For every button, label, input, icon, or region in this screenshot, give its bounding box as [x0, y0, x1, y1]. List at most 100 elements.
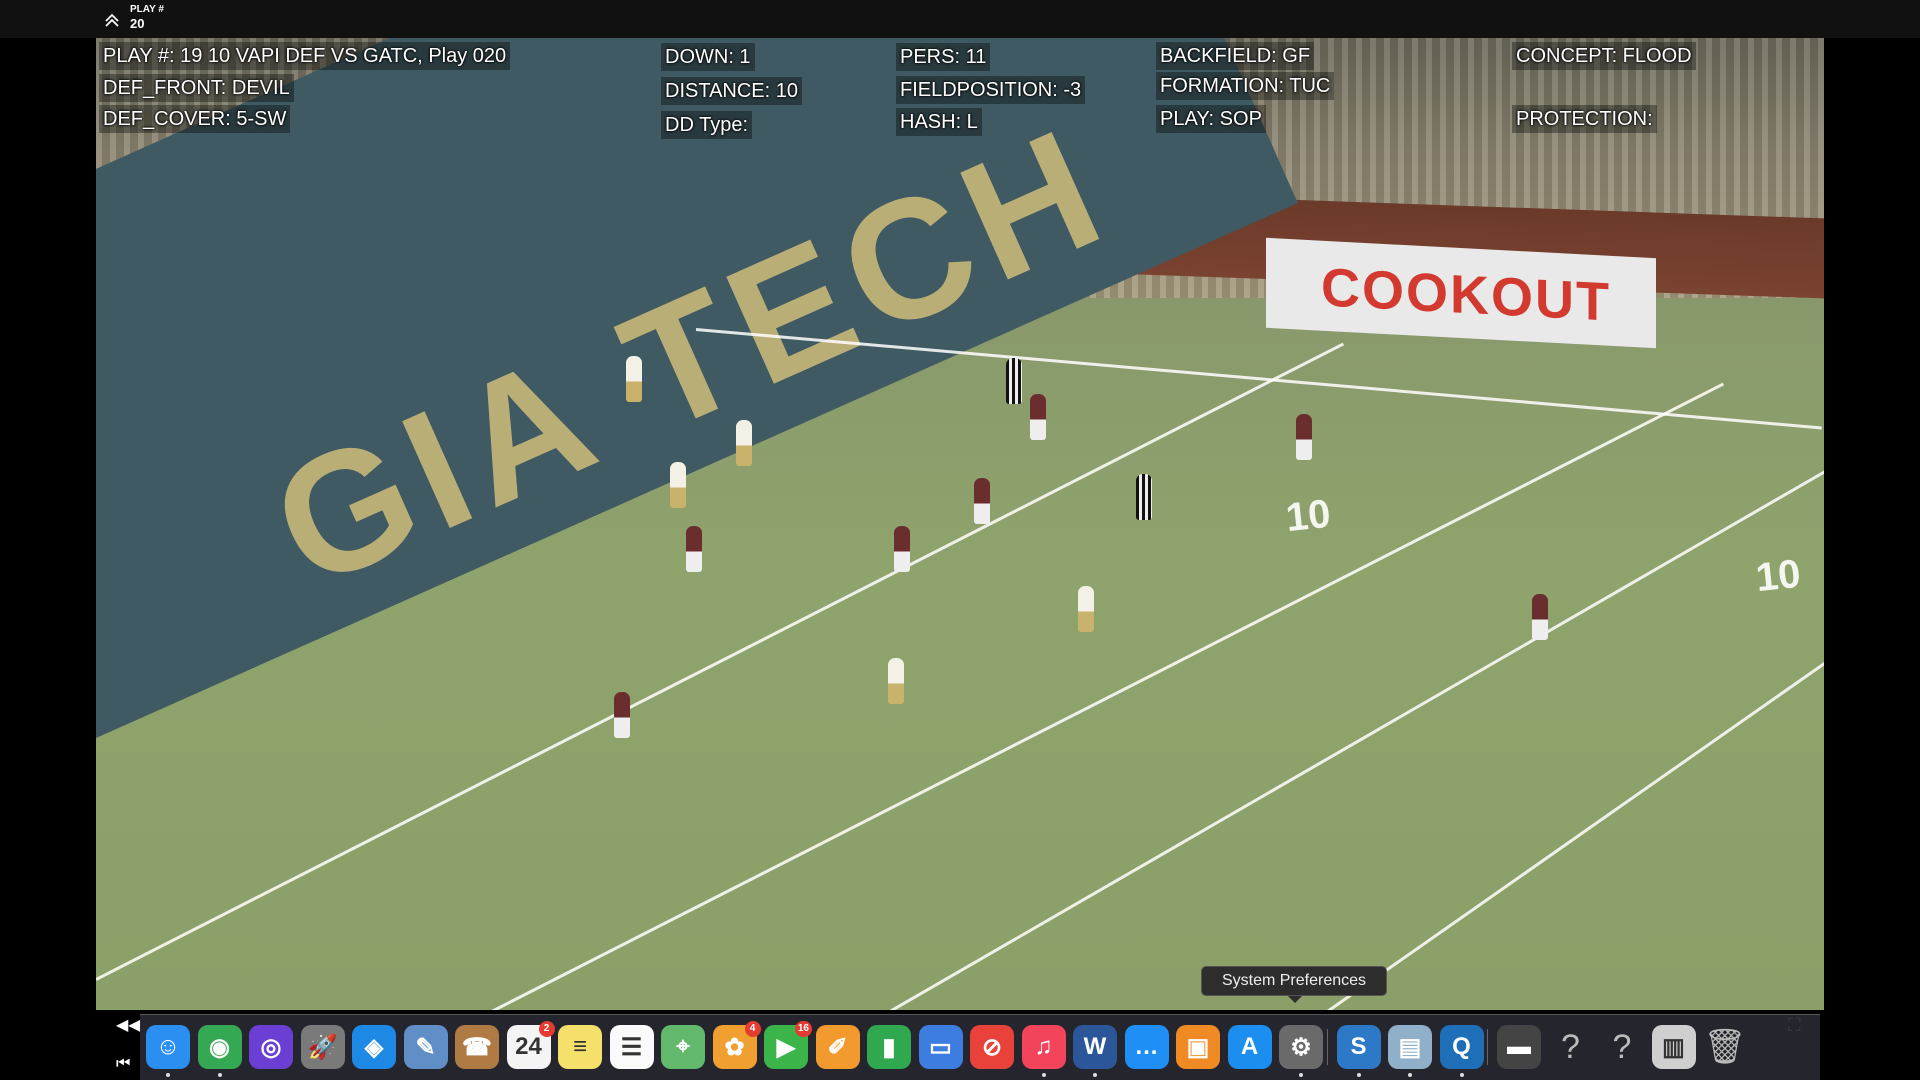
overlay-def-cover: DEF_COVER: 5-SW [99, 105, 291, 133]
dock-divider [1487, 1029, 1488, 1065]
chrome-glyph: ◉ [209, 1033, 230, 1061]
player [974, 478, 990, 524]
overlay-backfield: BACKFIELD: GF [1156, 42, 1315, 70]
overlay-concept: CONCEPT: FLOOD [1512, 42, 1696, 70]
system-preferences-icon[interactable]: ⚙ [1279, 1025, 1323, 1069]
running-indicator [1299, 1073, 1303, 1077]
downloads-folder-glyph: ▥ [1662, 1033, 1685, 1061]
overlay-distance: DISTANCE: 10 [661, 77, 802, 105]
quicktime-icon[interactable]: Q [1439, 1025, 1484, 1069]
overlay-protection: PROTECTION: [1512, 105, 1657, 133]
scrivener-icon[interactable]: S [1336, 1025, 1381, 1069]
dock-tooltip: System Preferences [1201, 966, 1387, 1003]
trash-glyph: 🗑 [1703, 1028, 1747, 1066]
player [670, 462, 686, 508]
yard-number: 10 [1753, 551, 1803, 601]
maps-icon[interactable]: ⌖ [661, 1025, 705, 1069]
keynote-glyph: ▭ [929, 1033, 952, 1061]
play-number-indicator: PLAY # 20 [130, 4, 164, 31]
player [894, 526, 910, 572]
preview-glyph: ✎ [415, 1033, 436, 1061]
player [1078, 586, 1094, 632]
overlay-play: PLAY #: 19 10 VAPI DEF VS GATC, Play 020 [99, 42, 511, 70]
overlay-pers: PERS: 11 [896, 43, 991, 71]
reminders-glyph: ☰ [620, 1033, 643, 1061]
books-icon[interactable]: ▣ [1176, 1025, 1220, 1069]
running-indicator [166, 1073, 170, 1077]
trash-icon[interactable]: 🗑 [1703, 1025, 1747, 1069]
play-number-value: 20 [130, 16, 145, 31]
calendar-icon[interactable]: 24 2 [506, 1021, 555, 1069]
overlay-down: DOWN: 1 [661, 43, 755, 71]
chrome-icon[interactable]: ◉ [197, 1025, 242, 1069]
skip-back-icon: ⏮ [116, 1055, 131, 1072]
player [626, 356, 642, 402]
video-thumbnail-icon[interactable]: ▬ [1497, 1025, 1541, 1069]
app-store-glyph: A [1240, 1033, 1259, 1060]
running-indicator [217, 1073, 222, 1077]
player [888, 658, 904, 704]
safari-icon[interactable]: ◈ [352, 1025, 396, 1069]
notification-badge: 16 [794, 1021, 812, 1037]
video-thumbnail-glyph: ▬ [1507, 1033, 1531, 1060]
yard-line [1315, 502, 1824, 1010]
music-icon[interactable]: ♫ [1021, 1025, 1066, 1069]
player [686, 526, 702, 572]
books-glyph: ▣ [1186, 1033, 1210, 1061]
notes-icon[interactable]: ≡ [558, 1025, 602, 1069]
image-capture-icon[interactable]: ▤ [1388, 1025, 1432, 1069]
dock-divider [1326, 1029, 1328, 1065]
keynote-icon[interactable]: ▭ [918, 1025, 963, 1069]
music-glyph: ♫ [1034, 1033, 1053, 1060]
word-icon[interactable]: W [1073, 1025, 1117, 1069]
numbers-icon[interactable]: ▮ [867, 1025, 911, 1069]
player [1030, 394, 1046, 440]
launchpad-glyph: 🚀 [307, 1033, 338, 1061]
running-indicator [1041, 1073, 1046, 1077]
siri-glyph: ◎ [260, 1033, 282, 1061]
player-top-bar: PLAY # 20 [0, 0, 1920, 38]
running-indicator [1408, 1073, 1412, 1077]
facetime-icon[interactable]: ▶ 16 [764, 1021, 812, 1069]
pages-icon[interactable]: ✐ [815, 1025, 860, 1069]
rewind-button[interactable]: ◀◀ [116, 1015, 141, 1035]
yard-number: 10 [1283, 491, 1333, 541]
help-icon[interactable]: ? [1549, 1025, 1593, 1069]
previous-button[interactable]: ⏮ [116, 1055, 130, 1073]
running-indicator [1093, 1073, 1097, 1077]
siri-icon[interactable]: ◎ [249, 1025, 293, 1069]
app-store-icon[interactable]: A [1227, 1025, 1272, 1069]
help-icon-2-glyph: ? [1612, 1027, 1632, 1066]
safari-glyph: ◈ [364, 1033, 384, 1061]
photos-icon[interactable]: ✿ 4 [712, 1021, 761, 1069]
help-glyph: ? [1561, 1027, 1580, 1066]
overlay-formation: FORMATION: TUC [1156, 72, 1335, 100]
downloads-folder-icon[interactable]: ▥ [1651, 1025, 1696, 1069]
scrivener-glyph: S [1350, 1033, 1367, 1060]
image-capture-glyph: ▤ [1398, 1033, 1422, 1061]
chevron-up-icon[interactable] [104, 12, 120, 28]
messages-icon[interactable]: … [1124, 1025, 1169, 1069]
reminders-icon[interactable]: ☰ [609, 1025, 654, 1069]
rewind-icon: ◀◀ [116, 1017, 141, 1034]
system-preferences-glyph: ⚙ [1290, 1033, 1312, 1061]
contacts-icon[interactable]: ☎ [455, 1025, 499, 1069]
pages-glyph: ✐ [827, 1033, 848, 1061]
video-frame[interactable]: COOKOUT GIA TECH 10 10 [96, 38, 1824, 1010]
overlay-dd-type: DD Type: [661, 111, 752, 139]
finder-icon[interactable]: ☺ [146, 1025, 190, 1069]
overlay-play-call: PLAY: SOP [1156, 105, 1266, 133]
player [614, 692, 630, 738]
help-icon-2[interactable]: ? [1600, 1025, 1644, 1069]
player [1296, 414, 1312, 460]
preview-icon[interactable]: ✎ [403, 1025, 448, 1069]
dock: ☺ ◉ ◎ 🚀 ◈ ✎ ☎ 24 2 ≡ ☰ ⌖ ✿ 4 ▶ 16 ✐ ▮ ▭ ⊘ ♫ W… ▣ A ⚙ S ▤ Q ▬?? ▥ 🗑 [140, 1014, 1820, 1080]
launchpad-icon[interactable]: 🚀 [300, 1025, 345, 1069]
finder-glyph: ☺ [155, 1033, 181, 1060]
numbers-glyph: ▮ [882, 1033, 896, 1061]
play-number-label: PLAY # [130, 4, 164, 15]
running-indicator [1459, 1073, 1464, 1077]
maps-glyph: ⌖ [676, 1033, 690, 1060]
contacts-glyph: ☎ [462, 1033, 492, 1061]
news-icon[interactable]: ⊘ [970, 1025, 1014, 1069]
